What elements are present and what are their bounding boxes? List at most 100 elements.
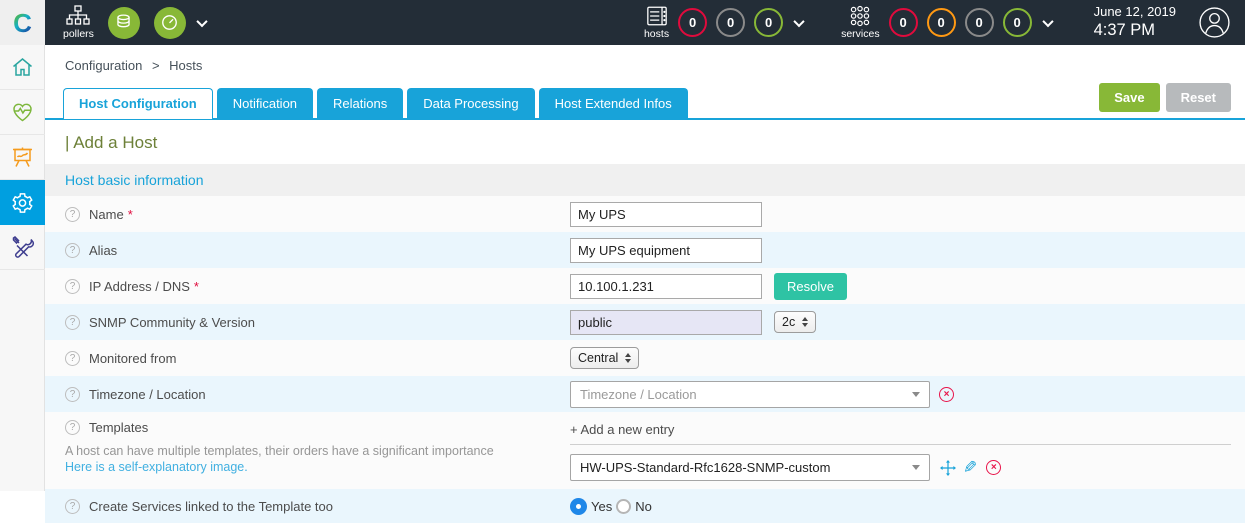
form-row-templates: Templates A host can have multiple templ… <box>45 412 1245 489</box>
chart-easel-icon <box>10 145 35 169</box>
hosts-menu[interactable]: hosts <box>644 5 669 40</box>
timezone-dropdown[interactable]: Timezone / Location <box>570 381 930 408</box>
create-services-no-radio[interactable] <box>616 499 631 514</box>
form-row-timezone: Timezone / Location Timezone / Location <box>45 376 1245 412</box>
pollers-label: pollers <box>63 28 94 40</box>
services-ok-counter[interactable]: 0 <box>1003 8 1032 37</box>
delete-template-icon[interactable] <box>986 460 1001 475</box>
create-services-yes-radio[interactable] <box>570 498 587 515</box>
timezone-placeholder: Timezone / Location <box>580 387 912 402</box>
template-dropdown[interactable]: HW-UPS-Standard-Rfc1628-SNMP-custom <box>570 454 930 481</box>
yes-label: Yes <box>591 499 612 514</box>
reset-button[interactable]: Reset <box>1166 83 1231 112</box>
sidebar-item-reporting[interactable] <box>0 135 45 180</box>
templates-label: Templates <box>89 420 148 435</box>
sidebar-item-configuration[interactable] <box>0 180 45 225</box>
form-row-ip: IP Address / DNS * Resolve <box>45 268 1245 304</box>
save-button[interactable]: Save <box>1099 83 1159 112</box>
counter-value: 0 <box>765 15 772 30</box>
template-selected-value: HW-UPS-Standard-Rfc1628-SNMP-custom <box>580 460 912 475</box>
help-icon[interactable] <box>65 420 80 435</box>
create-services-label: Create Services linked to the Template t… <box>89 499 333 514</box>
top-bar: C pollers <box>0 0 1245 45</box>
services-unknown-counter[interactable]: 0 <box>965 8 994 37</box>
tab-host-extended-infos[interactable]: Host Extended Infos <box>539 88 688 118</box>
counter-value: 0 <box>975 15 982 30</box>
home-icon <box>10 55 35 79</box>
snmp-version-select[interactable]: 2c <box>774 311 816 333</box>
user-menu[interactable] <box>1198 6 1231 39</box>
counter-value: 0 <box>899 15 906 30</box>
counter-value: 0 <box>727 15 734 30</box>
clear-timezone-icon[interactable] <box>939 387 954 402</box>
help-icon[interactable] <box>65 315 80 330</box>
snmp-community-input[interactable] <box>570 310 762 335</box>
add-template-entry-link[interactable]: + Add a new entry <box>570 420 1231 445</box>
hosts-down-counter[interactable]: 0 <box>678 8 707 37</box>
chevron-down-icon[interactable] <box>196 15 207 26</box>
services-status-group: services 0 0 0 0 <box>841 5 1052 40</box>
sidebar-item-administration[interactable] <box>0 225 45 270</box>
tab-host-configuration[interactable]: Host Configuration <box>63 88 213 119</box>
name-input[interactable] <box>570 202 762 227</box>
sidebar-item-home[interactable] <box>0 45 45 90</box>
help-icon[interactable] <box>65 351 80 366</box>
no-label: No <box>635 499 652 514</box>
hosts-unreachable-counter[interactable]: 0 <box>716 8 745 37</box>
centreon-logo[interactable]: C <box>0 0 45 45</box>
move-icon[interactable] <box>940 460 956 476</box>
templates-helper-link[interactable]: Here is a self-explanatory image. <box>65 460 248 474</box>
breadcrumb-separator: > <box>152 58 160 73</box>
tab-relations[interactable]: Relations <box>317 88 403 118</box>
database-status-icon[interactable] <box>108 7 140 39</box>
sidebar <box>0 45 45 491</box>
date-text: June 12, 2019 <box>1094 4 1176 20</box>
help-icon[interactable] <box>65 499 80 514</box>
alias-label: Alias <box>89 243 117 258</box>
resolve-button[interactable]: Resolve <box>774 273 847 300</box>
templates-helper-text: A host can have multiple templates, thei… <box>65 444 494 458</box>
main-content: Configuration > Hosts Host Configuration… <box>45 45 1245 491</box>
tab-bar: Host Configuration Notification Relation… <box>45 73 1245 120</box>
help-icon[interactable] <box>65 387 80 402</box>
tab-notification[interactable]: Notification <box>217 88 313 118</box>
tab-data-processing[interactable]: Data Processing <box>407 88 534 118</box>
hosts-up-counter[interactable]: 0 <box>754 8 783 37</box>
breadcrumb-section[interactable]: Configuration <box>65 58 142 73</box>
gauge-status-icon[interactable] <box>154 7 186 39</box>
hosts-status-group: hosts 0 0 0 <box>644 5 803 40</box>
ip-label: IP Address / DNS <box>89 279 190 294</box>
help-icon[interactable] <box>65 279 80 294</box>
timezone-label: Timezone / Location <box>89 387 206 402</box>
help-icon[interactable] <box>65 243 80 258</box>
monitored-from-label: Monitored from <box>89 351 176 366</box>
sidebar-item-monitoring[interactable] <box>0 90 45 135</box>
services-critical-counter[interactable]: 0 <box>889 8 918 37</box>
tools-icon <box>10 235 35 259</box>
form-row-snmp: SNMP Community & Version 2c <box>45 304 1245 340</box>
monitored-from-value: Central <box>578 351 618 365</box>
chevron-down-icon[interactable] <box>1042 15 1053 26</box>
section-header: Host basic information <box>45 164 1245 196</box>
breadcrumb-page[interactable]: Hosts <box>169 58 202 73</box>
services-menu[interactable]: services <box>841 5 880 40</box>
hosts-icon <box>645 5 669 27</box>
page-title: | Add a Host <box>45 120 1245 164</box>
required-asterisk: * <box>194 279 199 294</box>
services-label: services <box>841 28 880 40</box>
pollers-menu[interactable]: pollers <box>63 5 94 40</box>
services-warning-counter[interactable]: 0 <box>927 8 956 37</box>
help-icon[interactable] <box>65 207 80 222</box>
services-icon <box>848 5 872 27</box>
select-arrows-icon <box>802 317 808 327</box>
counter-value: 0 <box>1013 15 1020 30</box>
alias-input[interactable] <box>570 238 762 263</box>
caret-down-icon <box>912 465 920 470</box>
form-actions: Save Reset <box>1099 83 1231 118</box>
form-row-name: Name * <box>45 196 1245 232</box>
edit-icon[interactable] <box>963 458 977 478</box>
chevron-down-icon[interactable] <box>793 15 804 26</box>
monitored-from-select[interactable]: Central <box>570 347 639 369</box>
snmp-label: SNMP Community & Version <box>89 315 255 330</box>
ip-input[interactable] <box>570 274 762 299</box>
